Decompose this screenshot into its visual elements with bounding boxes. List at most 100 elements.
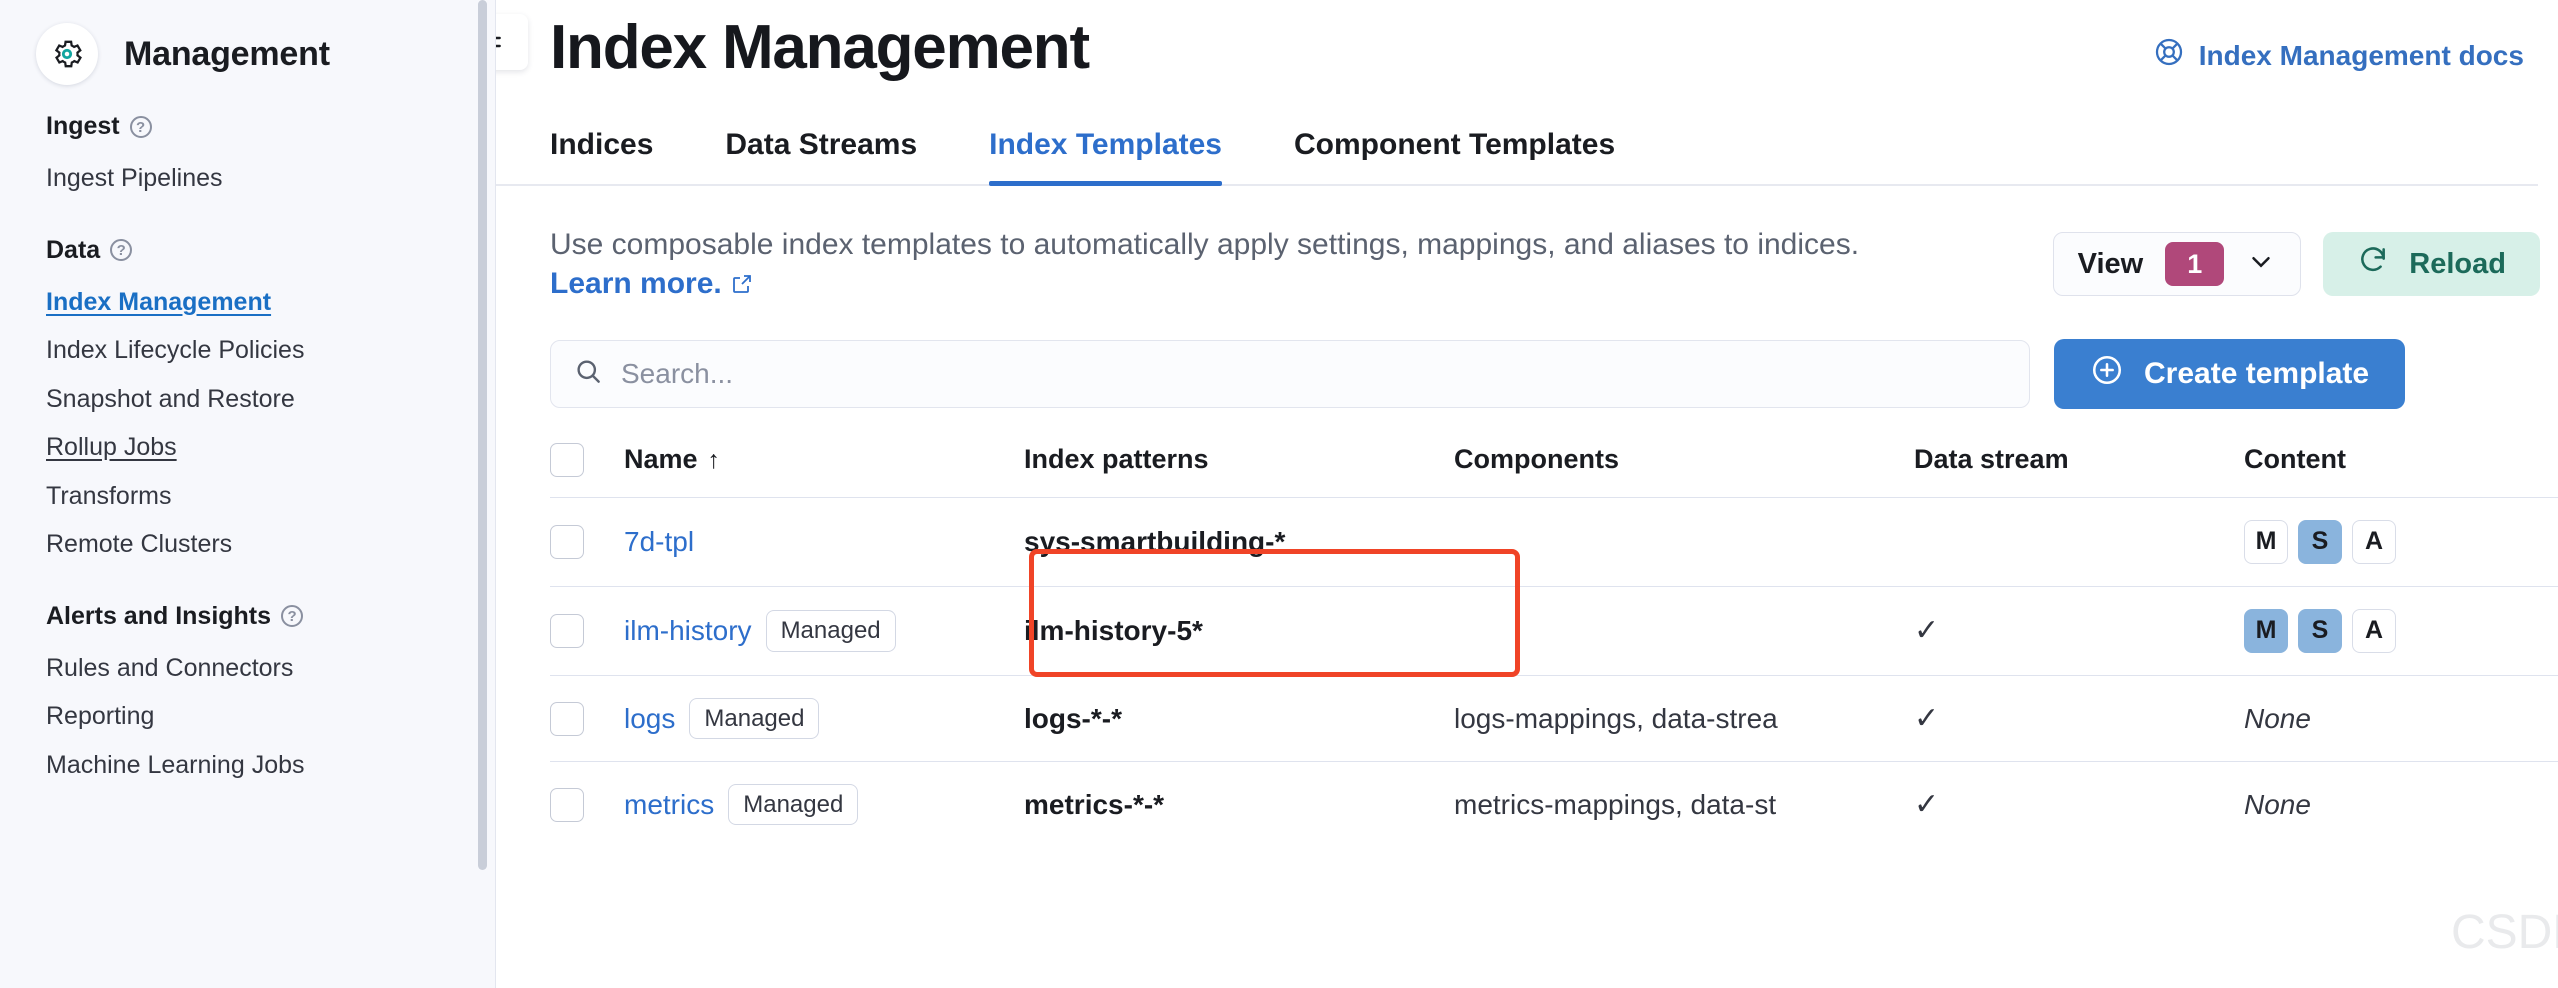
- row-name-cell: metrics Managed: [624, 761, 1024, 848]
- template-name-link[interactable]: ilm-history: [624, 615, 752, 647]
- sidebar-nav: Ingest ? Ingest Pipelines Data ? Index M…: [0, 92, 495, 790]
- row-content: M S A: [2244, 496, 2558, 587]
- table-row[interactable]: 7d-tpl sys-smartbuilding-* M S A: [550, 496, 2558, 587]
- toolbar-actions: View 1 Reload: [2052, 232, 2540, 297]
- row-components: [1454, 585, 1914, 676]
- index-templates-table: Name ↑ Index patterns Components Data str…: [550, 442, 2558, 848]
- table-row[interactable]: ilm-history Managed ilm-history-5* ✓ M S…: [550, 585, 2558, 676]
- search-icon: [573, 356, 603, 391]
- row-checkbox[interactable]: [550, 701, 584, 736]
- index-management-docs-link[interactable]: Index Management docs: [2153, 36, 2524, 75]
- reload-button-label: Reload: [2409, 247, 2506, 280]
- sidebar-group-title-alerts: Alerts and Insights ?: [46, 602, 495, 631]
- external-link-icon: [730, 267, 754, 300]
- table-body: 7d-tpl sys-smartbuilding-* M S A ilm-his…: [550, 496, 2558, 848]
- sidebar-item-rules-and-connectors[interactable]: Rules and Connectors: [46, 645, 293, 694]
- template-name-link[interactable]: metrics: [624, 789, 714, 821]
- sidebar-item-ingest-pipelines[interactable]: Ingest Pipelines: [46, 155, 223, 204]
- row-components: metrics-mappings, data-st: [1454, 761, 1914, 848]
- templates-table-wrapper: Name ↑ Index patterns Components Data str…: [496, 409, 2558, 848]
- column-header-index-patterns[interactable]: Index patterns: [1024, 443, 1454, 498]
- help-icon[interactable]: ?: [110, 239, 133, 261]
- description-text: Use composable index templates to automa…: [550, 228, 1860, 262]
- row-select-cell: [550, 674, 624, 762]
- create-template-button[interactable]: Create template: [2054, 338, 2406, 409]
- sidebar-item-transforms[interactable]: Transforms: [46, 473, 171, 522]
- managed-badge: Managed: [728, 784, 859, 826]
- gear-icon: [36, 23, 98, 85]
- row-select-cell: [550, 496, 624, 587]
- tab-component-templates[interactable]: Component Templates: [1294, 122, 1615, 184]
- tab-data-streams[interactable]: Data Streams: [725, 122, 917, 184]
- select-all-checkbox[interactable]: [550, 442, 584, 477]
- content-badge-mappings[interactable]: M: [2244, 519, 2288, 564]
- help-icon[interactable]: ?: [281, 605, 304, 627]
- sidebar-item-snapshot-and-restore[interactable]: Snapshot and Restore: [46, 376, 295, 425]
- sidebar-group-alerts-and-insights: Alerts and Insights ? Rules and Connecto…: [46, 602, 495, 791]
- help-icon[interactable]: ?: [129, 115, 152, 138]
- description-row: Use composable index templates to automa…: [496, 186, 2558, 303]
- content-badge-settings[interactable]: S: [2298, 519, 2342, 564]
- row-checkbox[interactable]: [550, 787, 584, 822]
- sidebar-item-index-lifecycle-policies[interactable]: Index Lifecycle Policies: [46, 327, 304, 376]
- table-row[interactable]: metrics Managed metrics-*-* metrics-mapp…: [550, 761, 2558, 848]
- row-data-stream: [1914, 496, 2244, 587]
- row-index-patterns: logs-*-*: [1024, 674, 1454, 762]
- row-name-cell: logs Managed: [624, 674, 1024, 762]
- row-name-cell: ilm-history Managed: [624, 585, 1024, 676]
- search-input[interactable]: [621, 357, 2007, 390]
- sidebar-scrollbar[interactable]: [478, 0, 487, 870]
- sidebar-brand: Management: [0, 0, 495, 92]
- sidebar-item-reporting[interactable]: Reporting: [46, 693, 154, 742]
- sidebar-item-rollup-jobs[interactable]: Rollup Jobs: [46, 424, 177, 473]
- sidebar-item-index-management[interactable]: Index Management: [46, 279, 271, 328]
- row-content: None: [2244, 674, 2558, 762]
- main-content: Index Management Index Management docs I…: [496, 0, 2558, 988]
- page-header: Index Management Index Management docs: [496, 0, 2558, 82]
- create-template-label: Create template: [2144, 356, 2370, 390]
- tab-indices[interactable]: Indices: [550, 122, 653, 184]
- table-row[interactable]: logs Managed logs-*-* logs-mappings, dat…: [550, 674, 2558, 762]
- arrow-up-icon: ↑: [707, 446, 721, 475]
- description-text-block: Use composable index templates to automa…: [550, 226, 1859, 303]
- content-badge-mappings[interactable]: M: [2244, 608, 2288, 653]
- row-index-patterns: sys-smartbuilding-*: [1024, 496, 1454, 587]
- column-header-data-stream[interactable]: Data stream: [1914, 443, 2244, 498]
- plus-circle-icon: [2090, 353, 2124, 395]
- row-checkbox[interactable]: [550, 524, 584, 559]
- row-data-stream: ✓: [1914, 674, 2244, 762]
- tab-bar: Indices Data Streams Index Templates Com…: [496, 122, 2538, 187]
- collapse-left-icon[interactable]: [496, 14, 528, 70]
- column-header-name[interactable]: Name ↑: [624, 443, 1024, 498]
- search-field-wrapper[interactable]: [550, 339, 2030, 408]
- row-content: None: [2244, 761, 2558, 848]
- sidebar-item-machine-learning-jobs[interactable]: Machine Learning Jobs: [46, 742, 305, 791]
- column-header-name-label: Name: [624, 444, 698, 475]
- chevron-down-icon: [2246, 247, 2276, 282]
- sidebar-group-ingest: Ingest ? Ingest Pipelines: [46, 112, 495, 204]
- content-badge-aliases[interactable]: A: [2352, 608, 2396, 653]
- sidebar-item-remote-clusters[interactable]: Remote Clusters: [46, 521, 232, 570]
- view-filter-button[interactable]: View 1: [2052, 232, 2302, 297]
- row-checkbox[interactable]: [550, 613, 584, 648]
- sidebar-group-data: Data ? Index Management Index Lifecycle …: [46, 236, 495, 570]
- row-select-cell: [550, 585, 624, 676]
- reload-button[interactable]: Reload: [2323, 232, 2540, 297]
- sidebar-group-title-ingest: Ingest ?: [46, 112, 495, 141]
- tab-index-templates[interactable]: Index Templates: [989, 122, 1222, 187]
- row-select-cell: [550, 761, 624, 848]
- content-badge-aliases[interactable]: A: [2352, 519, 2396, 564]
- learn-more-link[interactable]: Learn more.: [550, 267, 722, 300]
- column-header-components[interactable]: Components: [1454, 443, 1914, 498]
- column-header-content[interactable]: Content: [2244, 443, 2558, 498]
- row-components: [1454, 496, 1914, 587]
- template-name-link[interactable]: 7d-tpl: [624, 526, 694, 558]
- row-index-patterns: metrics-*-*: [1024, 761, 1454, 848]
- template-name-link[interactable]: logs: [624, 703, 675, 735]
- row-data-stream: ✓: [1914, 585, 2244, 676]
- row-index-patterns: ilm-history-5*: [1024, 585, 1454, 676]
- search-row: Create template: [496, 303, 2558, 409]
- help-lifebuoy-icon: [2153, 36, 2185, 75]
- view-button-label: View: [2077, 247, 2144, 280]
- content-badge-settings[interactable]: S: [2298, 608, 2342, 653]
